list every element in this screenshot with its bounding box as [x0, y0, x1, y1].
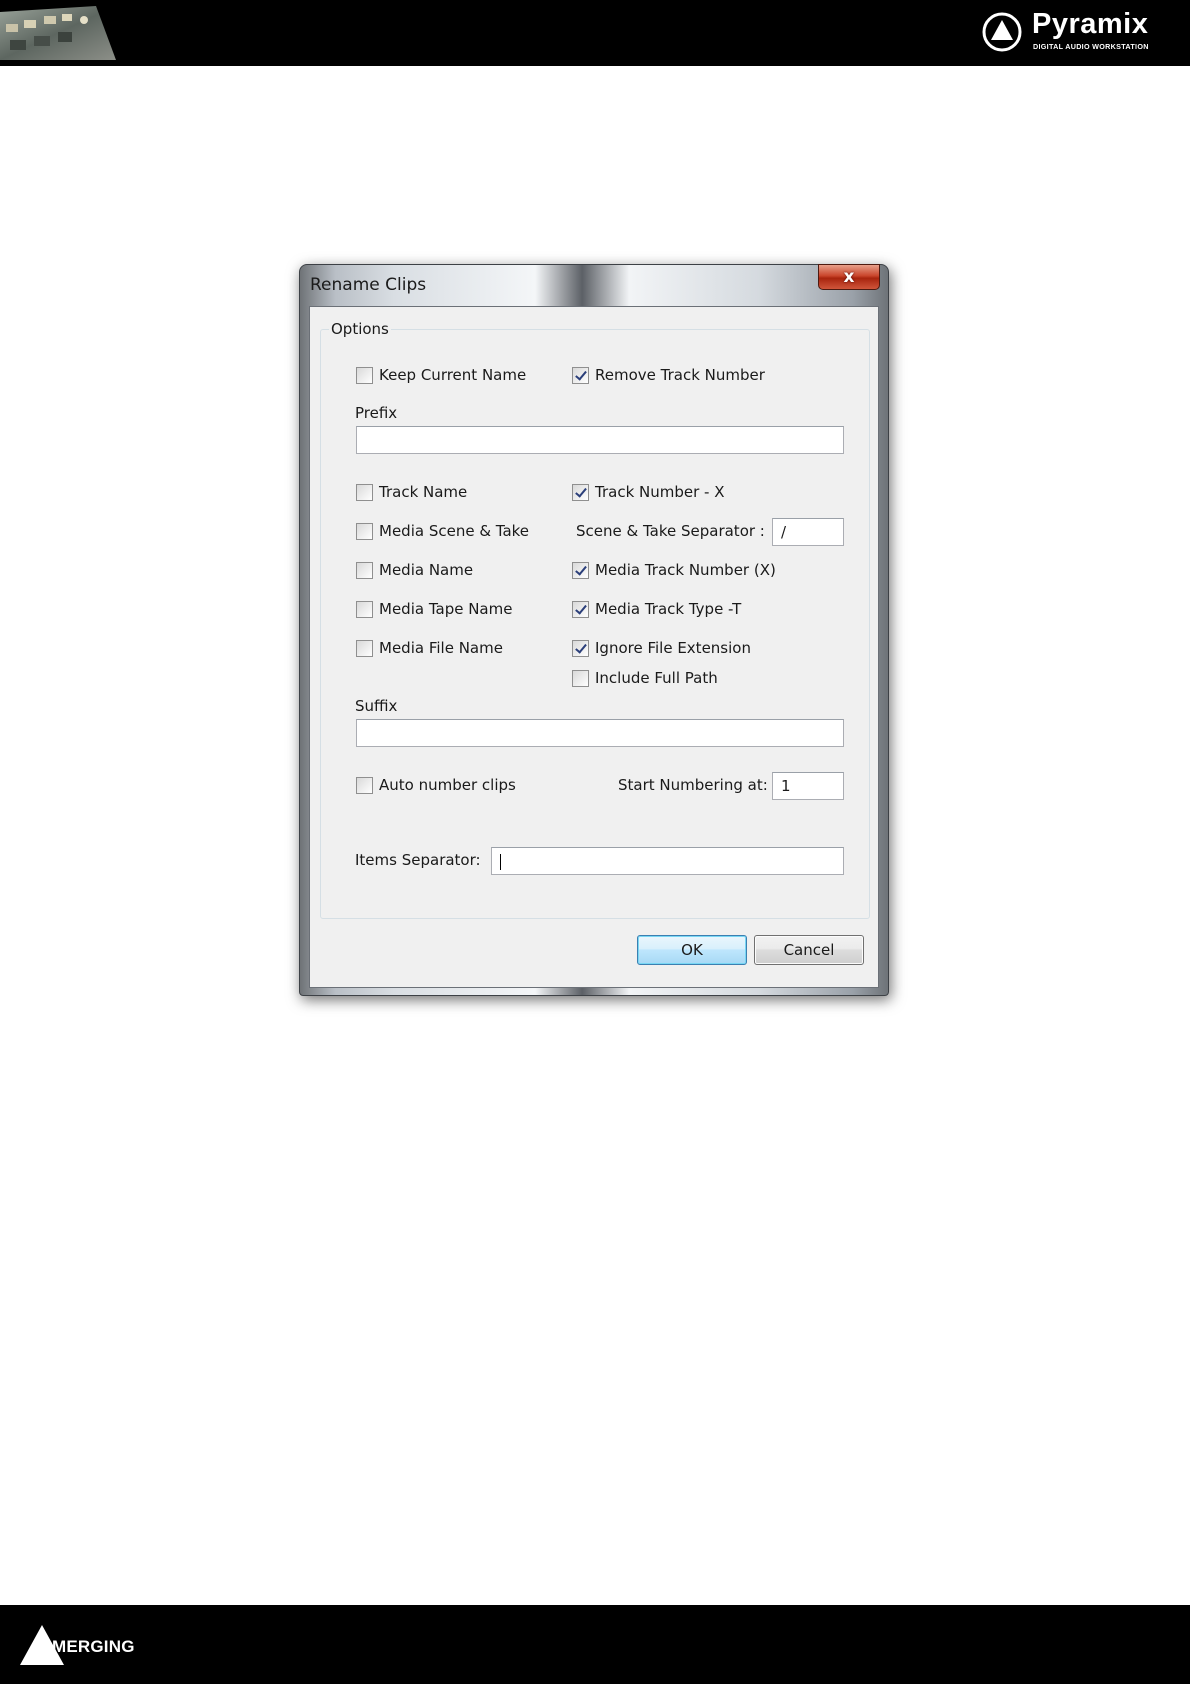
auto-number-clips-label: Auto number clips [379, 776, 516, 794]
keep-current-name-option[interactable]: Keep Current Name [356, 366, 526, 384]
options-group: Options Keep Current Name Remove Track N… [320, 320, 870, 919]
auto-number-clips-checkbox[interactable] [356, 776, 373, 794]
media-name-checkbox[interactable] [356, 561, 373, 579]
keep-current-name-checkbox[interactable] [356, 366, 373, 384]
media-tape-name-label: Media Tape Name [379, 600, 513, 618]
brand-name: Pyramix [1032, 8, 1149, 40]
track-number-x-checkbox[interactable] [572, 483, 589, 501]
media-tape-name-checkbox[interactable] [356, 600, 373, 618]
media-track-type-option[interactable]: Media Track Type -T [572, 600, 741, 618]
media-track-type-label: Media Track Type -T [595, 600, 742, 618]
include-full-path-label: Include Full Path [595, 669, 718, 687]
media-scene-take-checkbox[interactable] [356, 522, 373, 540]
prefix-input[interactable] [356, 426, 844, 454]
footer-bar: MERGING [0, 1605, 1190, 1684]
media-track-type-checkbox[interactable] [572, 600, 589, 618]
mixing-console-image [0, 6, 116, 60]
auto-number-clips-option[interactable]: Auto number clips [356, 776, 516, 794]
media-scene-take-option[interactable]: Media Scene & Take [356, 522, 529, 540]
track-number-x-option[interactable]: Track Number - X [572, 483, 725, 501]
options-group-title: Options [329, 320, 391, 338]
media-name-label: Media Name [379, 561, 474, 579]
include-full-path-checkbox[interactable] [572, 669, 589, 687]
keep-current-name-label: Keep Current Name [379, 366, 527, 384]
suffix-input[interactable] [356, 719, 844, 747]
remove-track-number-option[interactable]: Remove Track Number [572, 366, 765, 384]
media-name-option[interactable]: Media Name [356, 561, 473, 579]
items-separator-input[interactable] [491, 847, 844, 875]
scene-take-separator-input[interactable]: / [772, 518, 844, 546]
rename-clips-dialog: Rename Clips x Options Keep Current Name… [299, 264, 889, 996]
track-name-label: Track Name [379, 483, 468, 501]
media-track-number-label: Media Track Number (X) [595, 561, 776, 579]
items-separator-label: Items Separator: [355, 851, 481, 869]
remove-track-number-checkbox[interactable] [572, 366, 589, 384]
media-file-name-checkbox[interactable] [356, 639, 373, 657]
include-full-path-option[interactable]: Include Full Path [572, 669, 718, 687]
media-track-number-checkbox[interactable] [572, 561, 589, 579]
brand-tagline: DIGITAL AUDIO WORKSTATION [1033, 42, 1149, 51]
scene-take-separator-label: Scene & Take Separator : [576, 522, 765, 540]
start-numbering-input[interactable]: 1 [772, 772, 844, 800]
ignore-file-extension-label: Ignore File Extension [595, 639, 751, 657]
media-scene-take-label: Media Scene & Take [379, 522, 530, 540]
ignore-file-extension-checkbox[interactable] [572, 639, 589, 657]
ignore-file-extension-option[interactable]: Ignore File Extension [572, 639, 751, 657]
merging-logo-text: MERGING [52, 1637, 135, 1656]
header-bar: Pyramix DIGITAL AUDIO WORKSTATION [0, 0, 1190, 66]
media-file-name-label: Media File Name [379, 639, 503, 657]
media-file-name-option[interactable]: Media File Name [356, 639, 503, 657]
ok-button[interactable]: OK [637, 935, 747, 965]
pyramix-logo: Pyramix DIGITAL AUDIO WORKSTATION [982, 8, 1172, 54]
start-numbering-label: Start Numbering at: [618, 776, 768, 794]
pyramix-triangle-icon [982, 12, 1022, 52]
dialog-title: Rename Clips [310, 275, 427, 295]
close-icon: x [843, 267, 855, 287]
close-button[interactable]: x [818, 264, 880, 290]
track-name-checkbox[interactable] [356, 483, 373, 501]
text-caret [500, 853, 501, 870]
media-track-number-option[interactable]: Media Track Number (X) [572, 561, 776, 579]
cancel-button[interactable]: Cancel [754, 935, 864, 965]
track-name-option[interactable]: Track Name [356, 483, 467, 501]
media-tape-name-option[interactable]: Media Tape Name [356, 600, 512, 618]
track-number-x-label: Track Number - X [595, 483, 725, 501]
suffix-label: Suffix [355, 697, 398, 715]
dialog-client-area: Options Keep Current Name Remove Track N… [309, 306, 879, 988]
prefix-label: Prefix [355, 404, 398, 422]
remove-track-number-label: Remove Track Number [595, 366, 765, 384]
